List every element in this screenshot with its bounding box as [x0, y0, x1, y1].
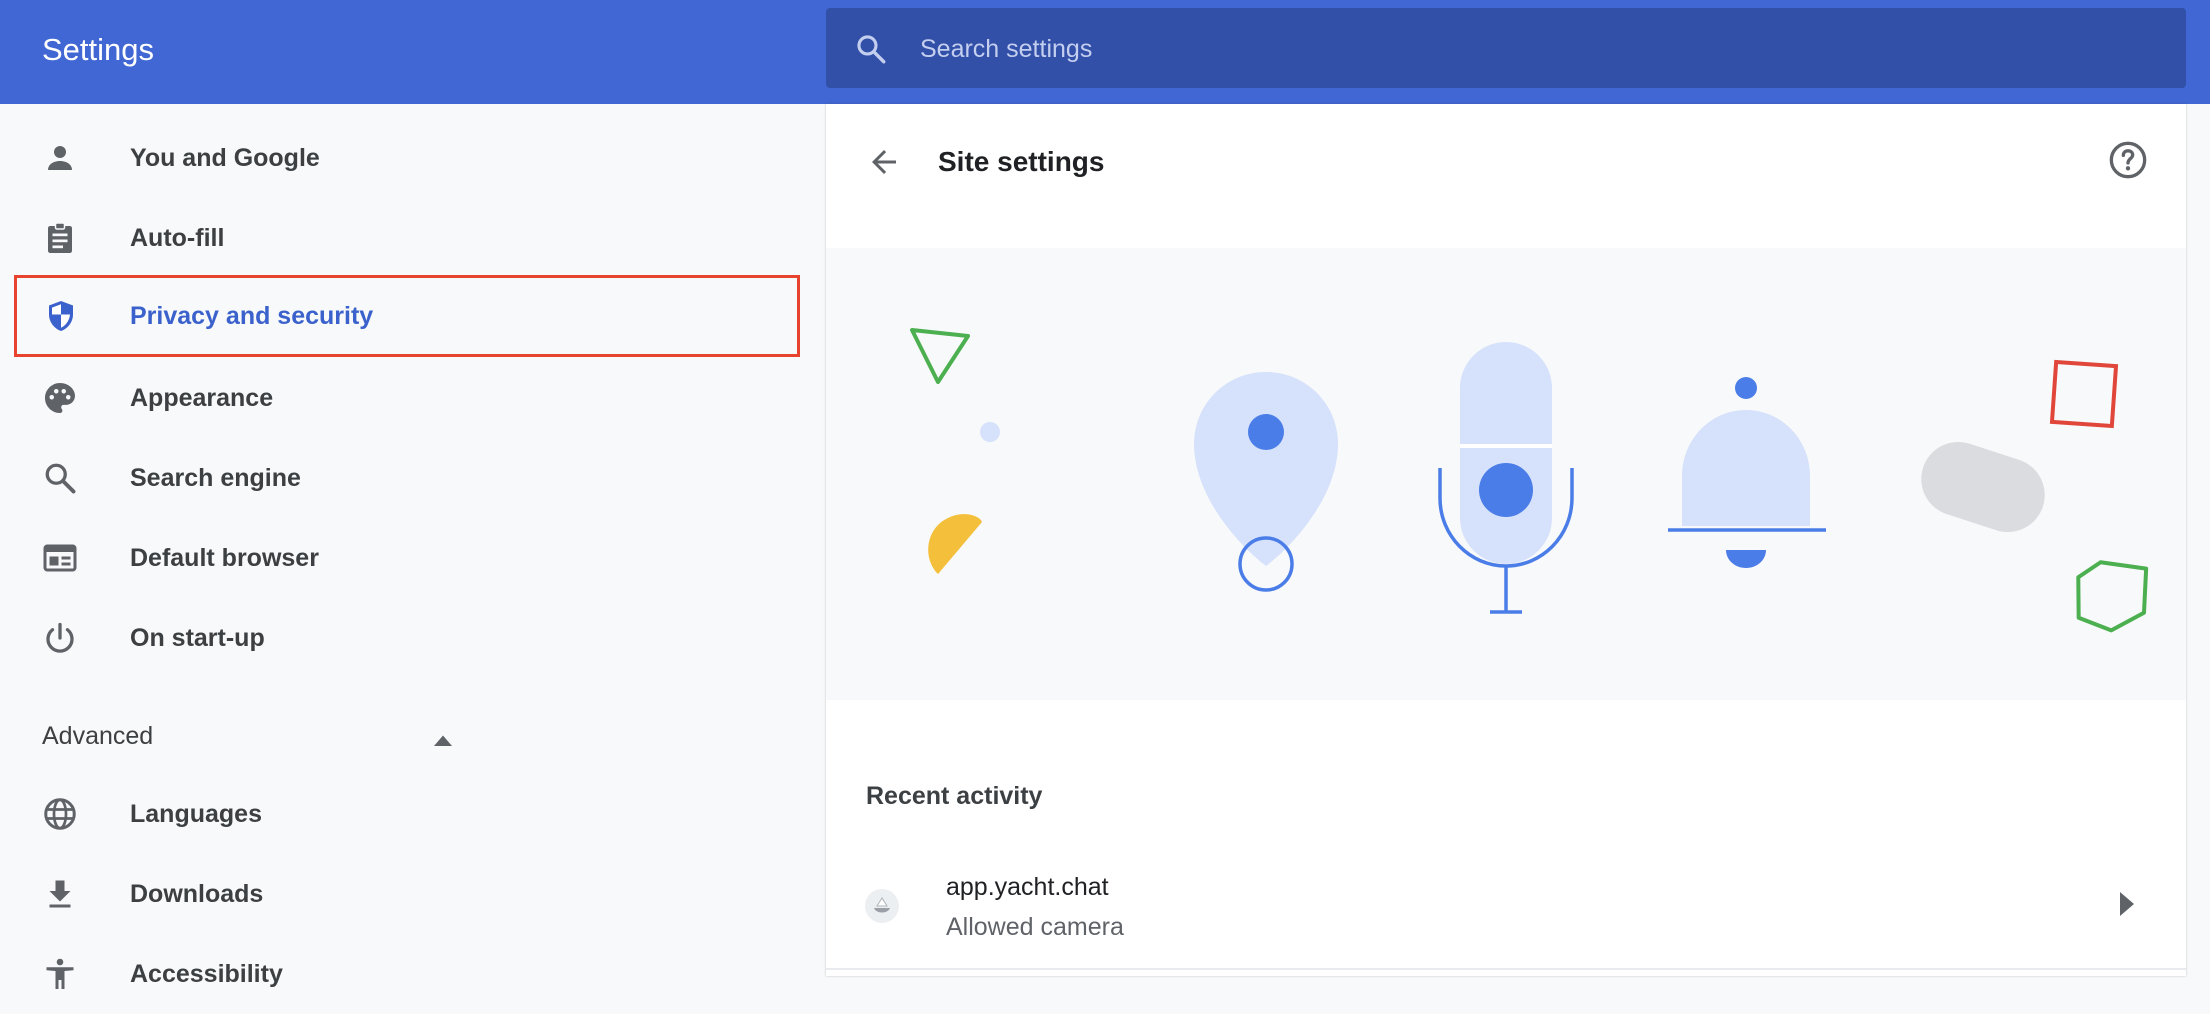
- sidebar-item-label: Downloads: [130, 880, 264, 908]
- sidebar-item-label: Languages: [130, 800, 262, 828]
- panel-header: Site settings: [826, 104, 2186, 246]
- sidebar-item-label: Accessibility: [130, 960, 283, 988]
- advanced-label: Advanced: [42, 722, 154, 750]
- yellow-half-shape: [928, 514, 982, 574]
- site-favicon-icon: [865, 889, 899, 923]
- shield-icon: [49, 301, 73, 331]
- accessibility-icon: [46, 958, 74, 989]
- search-icon: [857, 35, 886, 64]
- divider: [826, 968, 2186, 970]
- download-icon: [49, 880, 71, 908]
- sidebar-item-label: Privacy and security: [130, 302, 374, 330]
- sidebar-item-downloads[interactable]: Downloads: [14, 854, 800, 934]
- search-input[interactable]: [918, 26, 2122, 72]
- app-title: Settings: [42, 32, 155, 67]
- browser-window-icon: [43, 544, 77, 572]
- sidebar-item-you-and-google[interactable]: You and Google: [14, 118, 800, 198]
- site-permission-detail: Allowed camera: [946, 913, 1124, 941]
- back-arrow-icon[interactable]: [866, 144, 902, 180]
- sidebar-item-on-startup[interactable]: On start-up: [14, 598, 800, 678]
- microphone-icon: [1438, 342, 1574, 614]
- sidebar-item-autofill[interactable]: Auto-fill: [14, 198, 800, 278]
- site-settings-panel: Site settings Recent activity app.yacht.…: [826, 104, 2186, 976]
- sidebar-item-accessibility[interactable]: Accessibility: [14, 934, 800, 1014]
- power-icon: [46, 622, 74, 653]
- sidebar-item-label: Auto-fill: [130, 224, 225, 252]
- triangle-shape: [910, 328, 970, 384]
- bell-icon: [1668, 377, 1826, 568]
- sidebar-item-languages[interactable]: Languages: [14, 774, 800, 854]
- small-dot-shape: [980, 422, 1000, 442]
- person-icon: [48, 146, 72, 170]
- sidebar-item-label: Default browser: [130, 544, 319, 572]
- sidebar-item-appearance[interactable]: Appearance: [14, 358, 800, 438]
- globe-icon: [44, 798, 76, 830]
- location-pin-icon: [1194, 372, 1338, 592]
- recent-activity-row[interactable]: app.yacht.chat Allowed camera: [826, 856, 2186, 976]
- advanced-section-toggle[interactable]: Advanced: [42, 720, 462, 760]
- recent-activity-title: Recent activity: [866, 782, 1043, 810]
- sidebar-item-search-engine[interactable]: Search engine: [14, 438, 800, 518]
- clipboard-icon: [48, 222, 72, 253]
- red-square-shape: [2049, 359, 2119, 429]
- palette-icon: [45, 383, 75, 413]
- search-box[interactable]: [826, 8, 2186, 88]
- caret-up-icon: [434, 735, 452, 746]
- site-name: app.yacht.chat: [946, 873, 1109, 901]
- top-bar: Settings: [0, 0, 2210, 104]
- sidebar-item-default-browser[interactable]: Default browser: [14, 518, 800, 598]
- hexagon-shape: [2076, 560, 2149, 633]
- sidebar-item-label: Appearance: [130, 384, 274, 412]
- sidebar-item-label: Search engine: [130, 464, 301, 492]
- site-settings-illustration: [826, 248, 2186, 700]
- chevron-right-icon: [2120, 892, 2134, 916]
- sidebar-item-privacy-and-security[interactable]: Privacy and security: [14, 275, 800, 357]
- grey-pill-shape: [1921, 441, 2045, 533]
- permissions-illustration: [910, 328, 2149, 633]
- search-icon: [45, 463, 76, 494]
- help-icon[interactable]: [2108, 140, 2148, 180]
- page-title: Site settings: [938, 146, 1105, 177]
- sidebar: You and Google Auto-fill Privacy and sec…: [0, 104, 826, 989]
- sidebar-item-label: On start-up: [130, 624, 265, 652]
- sidebar-item-label: You and Google: [130, 144, 320, 172]
